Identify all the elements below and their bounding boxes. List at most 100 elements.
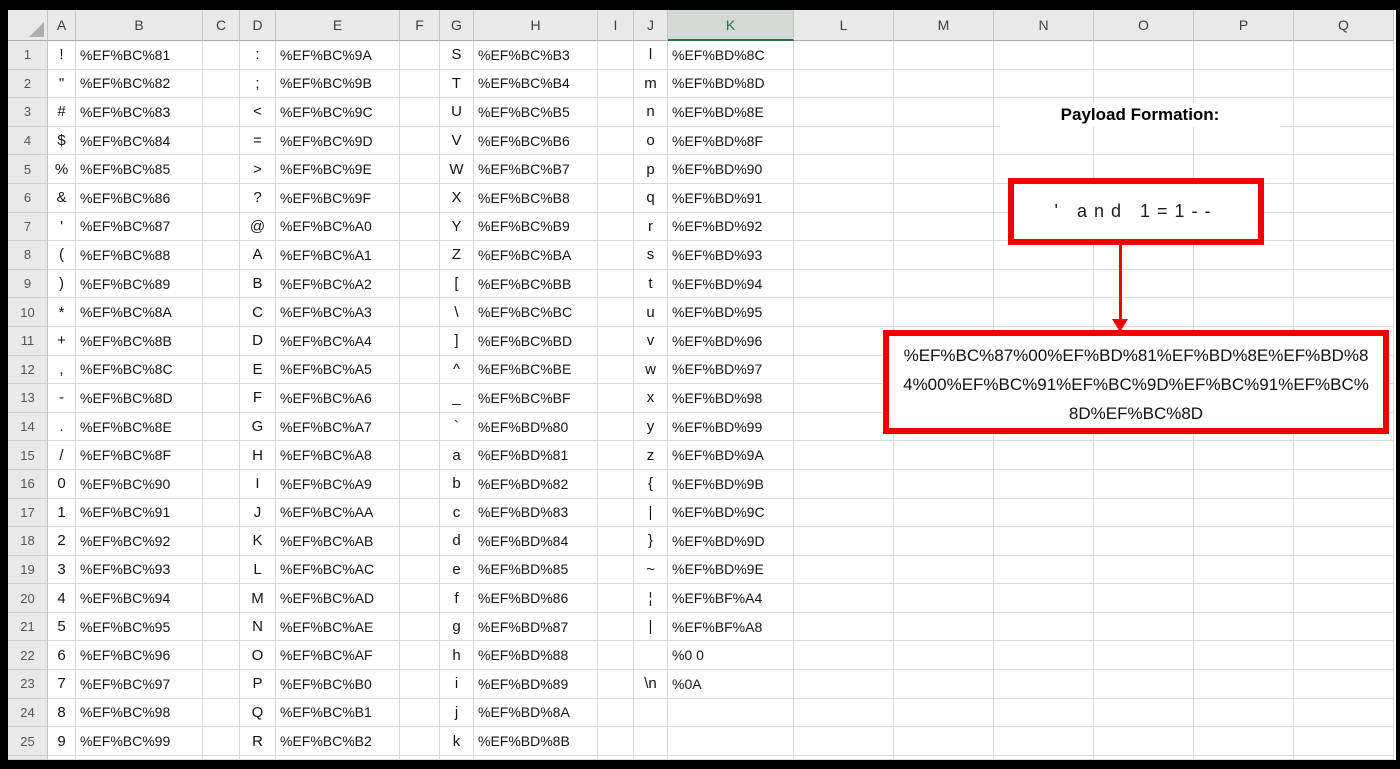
cell-Q3[interactable]	[1294, 98, 1394, 127]
cell-D2[interactable]: ;	[240, 69, 276, 99]
cell-Q11[interactable]	[1294, 326, 1394, 356]
cell-Q15[interactable]	[1294, 441, 1394, 470]
cell-H10[interactable]: %EF%BC%BC	[474, 298, 598, 327]
cell-O7[interactable]	[1094, 212, 1194, 242]
cell-P1[interactable]	[1194, 41, 1294, 70]
cell-J16[interactable]: {	[634, 469, 668, 499]
cell-O2[interactable]	[1094, 69, 1194, 99]
cell-P12[interactable]	[1194, 355, 1294, 385]
cell-B6[interactable]: %EF%BC%86	[76, 183, 203, 213]
cell-N4[interactable]	[994, 126, 1094, 156]
column-header-M[interactable]: M	[894, 10, 994, 41]
cell-K10[interactable]: %EF%BD%95	[668, 298, 794, 327]
cell-G18[interactable]: d	[440, 527, 474, 556]
cell-F2[interactable]	[400, 69, 440, 99]
cell-A19[interactable]: 3	[48, 555, 76, 585]
cell-Q5[interactable]	[1294, 155, 1394, 184]
cell-J21[interactable]: |	[634, 612, 668, 642]
cell-E21[interactable]: %EF%BC%AE	[276, 612, 400, 642]
cell-D14[interactable]: G	[240, 412, 276, 442]
cell-D5[interactable]: >	[240, 155, 276, 184]
cell-J9[interactable]: t	[634, 269, 668, 299]
cell-C13[interactable]	[203, 384, 240, 413]
cell-L23[interactable]	[794, 670, 894, 699]
cell-D22[interactable]: O	[240, 641, 276, 671]
cell-J17[interactable]: |	[634, 498, 668, 528]
cell-F13[interactable]	[400, 384, 440, 413]
cell-N25[interactable]	[994, 727, 1094, 756]
cell-E25[interactable]: %EF%BC%B2	[276, 727, 400, 756]
cell-G14[interactable]: `	[440, 412, 474, 442]
cell-Q17[interactable]	[1294, 498, 1394, 528]
cell-D11[interactable]: D	[240, 326, 276, 356]
cell-N12[interactable]	[994, 355, 1094, 385]
cell-D16[interactable]: I	[240, 469, 276, 499]
cell-I23[interactable]	[598, 670, 634, 699]
cell-M5[interactable]	[894, 155, 994, 184]
cell-M12[interactable]	[894, 355, 994, 385]
cell-P18[interactable]	[1194, 527, 1294, 556]
cell-A15[interactable]: /	[48, 441, 76, 470]
cell-I6[interactable]	[598, 183, 634, 213]
cell-P15[interactable]	[1194, 441, 1294, 470]
cell-J12[interactable]: w	[634, 355, 668, 385]
cell-J10[interactable]: u	[634, 298, 668, 327]
cell-G7[interactable]: Y	[440, 212, 474, 242]
cell-M17[interactable]	[894, 498, 994, 528]
cell-P13[interactable]	[1194, 384, 1294, 413]
cell-K25[interactable]	[668, 727, 794, 756]
cell-E16[interactable]: %EF%BC%A9	[276, 469, 400, 499]
cell-O3[interactable]	[1094, 98, 1194, 127]
cell-J3[interactable]: n	[634, 98, 668, 127]
cell-P10[interactable]	[1194, 298, 1294, 327]
cell-F18[interactable]	[400, 527, 440, 556]
cell-C18[interactable]	[203, 527, 240, 556]
cell-K9[interactable]: %EF%BD%94	[668, 269, 794, 299]
cell-C11[interactable]	[203, 326, 240, 356]
cell-M2[interactable]	[894, 69, 994, 99]
cell-O14[interactable]	[1094, 412, 1194, 442]
row-header-1[interactable]: 1	[8, 41, 48, 70]
cell-F1[interactable]	[400, 41, 440, 70]
cell-K8[interactable]: %EF%BD%93	[668, 241, 794, 270]
cell-H17[interactable]: %EF%BD%83	[474, 498, 598, 528]
cell-K17[interactable]: %EF%BD%9C	[668, 498, 794, 528]
cell-B23[interactable]: %EF%BC%97	[76, 670, 203, 699]
cell-I3[interactable]	[598, 98, 634, 127]
cell-E8[interactable]: %EF%BC%A1	[276, 241, 400, 270]
column-header-I[interactable]: I	[598, 10, 634, 41]
cell-F7[interactable]	[400, 212, 440, 242]
cell-P2[interactable]	[1194, 69, 1294, 99]
cell-P19[interactable]	[1194, 555, 1294, 585]
cell-E2[interactable]: %EF%BC%9B	[276, 69, 400, 99]
cell-P24[interactable]	[1194, 698, 1294, 728]
cell-I7[interactable]	[598, 212, 634, 242]
cell-M21[interactable]	[894, 612, 994, 642]
cell-Q1[interactable]	[1294, 41, 1394, 70]
cell-C12[interactable]	[203, 355, 240, 385]
row-header-10[interactable]: 10	[8, 298, 48, 327]
cell-F16[interactable]	[400, 469, 440, 499]
row-header-21[interactable]: 21	[8, 612, 48, 642]
cell-I15[interactable]	[598, 441, 634, 470]
cell-A14[interactable]: .	[48, 412, 76, 442]
cell-C3[interactable]	[203, 98, 240, 127]
cell-D1[interactable]: :	[240, 41, 276, 70]
cell-P8[interactable]	[1194, 241, 1294, 270]
cell-G6[interactable]: X	[440, 183, 474, 213]
cell-J7[interactable]: r	[634, 212, 668, 242]
cell-B22[interactable]: %EF%BC%96	[76, 641, 203, 671]
cell-H3[interactable]: %EF%BC%B5	[474, 98, 598, 127]
cell-N15[interactable]	[994, 441, 1094, 470]
cell-N1[interactable]	[994, 41, 1094, 70]
cell-J22[interactable]	[634, 641, 668, 671]
cell-H20[interactable]: %EF%BD%86	[474, 584, 598, 613]
cell-J25[interactable]	[634, 727, 668, 756]
cell-I20[interactable]	[598, 584, 634, 613]
cell-E24[interactable]: %EF%BC%B1	[276, 698, 400, 728]
cell-C8[interactable]	[203, 241, 240, 270]
cell-E12[interactable]: %EF%BC%A5	[276, 355, 400, 385]
cell-D12[interactable]: E	[240, 355, 276, 385]
cell-N14[interactable]	[994, 412, 1094, 442]
cell-E19[interactable]: %EF%BC%AC	[276, 555, 400, 585]
